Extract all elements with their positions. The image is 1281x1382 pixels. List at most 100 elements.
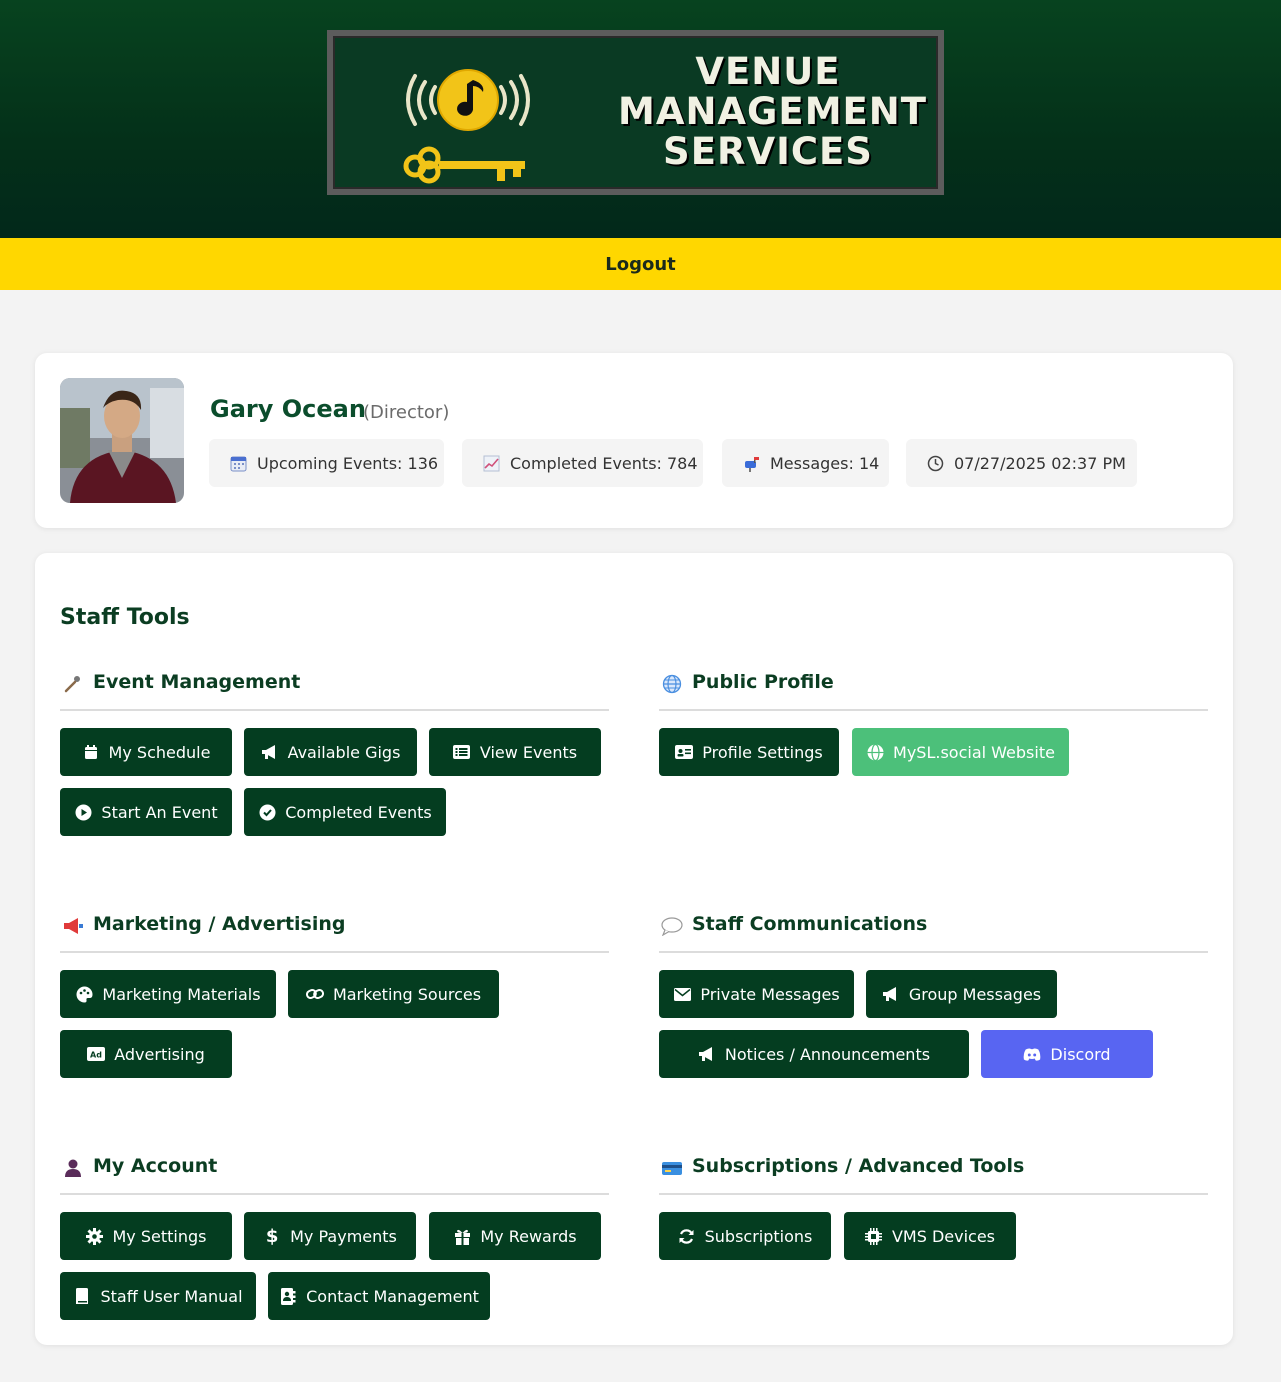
vms-devices-button[interactable]: VMS Devices	[844, 1212, 1016, 1260]
sync-icon	[678, 1227, 696, 1245]
marketing-materials-label: Marketing Materials	[102, 984, 261, 1004]
discord-icon	[1023, 1045, 1041, 1063]
book-icon	[73, 1287, 91, 1305]
subscriptions-button[interactable]: Subscriptions	[659, 1212, 831, 1260]
my-settings-label: My Settings	[112, 1226, 207, 1246]
credit-card-icon	[661, 1157, 683, 1179]
upcoming-events-label: Upcoming Events: 136	[257, 453, 439, 473]
link-icon	[305, 985, 324, 1003]
advertising-button[interactable]: Ad Advertising	[60, 1030, 232, 1078]
advertising-label: Advertising	[114, 1044, 205, 1064]
clock-icon	[926, 454, 944, 472]
public-profile-header: Public Profile	[659, 671, 1208, 711]
envelope-icon	[673, 985, 691, 1003]
mailbox-icon	[742, 454, 760, 472]
chart-icon	[482, 454, 500, 472]
svg-text:Ad: Ad	[90, 1051, 102, 1060]
ad-icon: Ad	[87, 1045, 106, 1063]
vms-devices-label: VMS Devices	[891, 1226, 996, 1246]
group-messages-label: Group Messages	[908, 984, 1042, 1004]
marketing-sources-button[interactable]: Marketing Sources	[288, 970, 499, 1018]
datetime-stat: 07/27/2025 02:37 PM	[906, 439, 1137, 487]
music-key-emblem-icon	[403, 69, 530, 184]
my-payments-button[interactable]: $ My Payments	[244, 1212, 416, 1260]
discord-button[interactable]: Discord	[981, 1030, 1153, 1078]
contact-management-label: Contact Management	[306, 1286, 479, 1306]
staff-user-manual-label: Staff User Manual	[100, 1286, 243, 1306]
palette-icon	[75, 985, 93, 1003]
profile-settings-button[interactable]: Profile Settings	[659, 728, 839, 776]
globe-icon	[866, 743, 884, 761]
mysl-social-website-label: MySL.social Website	[893, 742, 1055, 762]
staff-tools-card: Staff Tools Event Management My Schedule…	[35, 553, 1233, 1345]
megaphone-icon	[698, 1045, 716, 1063]
start-an-event-button[interactable]: Start An Event	[60, 788, 232, 836]
public-profile-title: Public Profile	[692, 671, 834, 693]
notices-announcements-button[interactable]: Notices / Announcements	[659, 1030, 969, 1078]
my-rewards-button[interactable]: My Rewards	[429, 1212, 601, 1260]
header-banner: VENUE MANAGEMENT SERVICES	[0, 0, 1281, 238]
marketing-sources-label: Marketing Sources	[332, 984, 482, 1004]
subscriptions-header: Subscriptions / Advanced Tools	[659, 1155, 1208, 1195]
staff-tools-title: Staff Tools	[60, 605, 190, 630]
megaphone-icon	[261, 743, 279, 761]
available-gigs-label: Available Gigs	[287, 742, 401, 762]
address-book-icon	[279, 1287, 297, 1305]
megaphone-icon	[882, 985, 900, 1003]
profile-role: (Director)	[363, 402, 450, 423]
profile-settings-label: Profile Settings	[702, 742, 823, 762]
vms-logo: VENUE MANAGEMENT SERVICES	[327, 30, 944, 195]
marketing-advertising-header: Marketing / Advertising	[60, 913, 609, 953]
speech-bubble-icon	[661, 915, 683, 937]
logout-bar: Logout	[0, 238, 1281, 290]
discord-label: Discord	[1050, 1044, 1111, 1064]
staff-communications-header: Staff Communications	[659, 913, 1208, 953]
gift-icon	[453, 1227, 471, 1245]
list-icon	[453, 743, 471, 761]
completed-events-button[interactable]: Completed Events	[244, 788, 446, 836]
subscriptions-title: Subscriptions / Advanced Tools	[692, 1155, 1025, 1177]
my-account-title: My Account	[93, 1155, 218, 1177]
marketing-materials-button[interactable]: Marketing Materials	[60, 970, 276, 1018]
id-card-icon	[675, 743, 694, 761]
my-account-header: My Account	[60, 1155, 609, 1195]
play-circle-icon	[74, 803, 92, 821]
my-schedule-label: My Schedule	[108, 742, 211, 762]
contact-management-button[interactable]: Contact Management	[268, 1272, 490, 1320]
subscriptions-label: Subscriptions	[704, 1226, 813, 1246]
globe-icon	[661, 673, 683, 695]
calendar-icon	[82, 743, 100, 761]
chip-icon	[865, 1227, 883, 1245]
view-events-button[interactable]: View Events	[429, 728, 601, 776]
microphone-icon	[62, 673, 84, 695]
my-schedule-button[interactable]: My Schedule	[60, 728, 232, 776]
staff-user-manual-button[interactable]: Staff User Manual	[60, 1272, 256, 1320]
event-management-title: Event Management	[93, 671, 301, 693]
completed-events-label: Completed Events: 784	[510, 453, 698, 473]
messages-stat: Messages: 14	[722, 439, 889, 487]
marketing-advertising-title: Marketing / Advertising	[93, 913, 346, 935]
user-icon	[62, 1157, 84, 1179]
logo-line-1: VENUE	[695, 50, 841, 93]
avatar	[60, 378, 184, 503]
upcoming-events-stat: Upcoming Events: 136	[209, 439, 444, 487]
messages-label: Messages: 14	[770, 453, 880, 473]
logo-line-2: MANAGEMENT	[618, 90, 927, 133]
private-messages-button[interactable]: Private Messages	[659, 970, 854, 1018]
available-gigs-button[interactable]: Available Gigs	[244, 728, 417, 776]
group-messages-button[interactable]: Group Messages	[866, 970, 1057, 1018]
start-an-event-label: Start An Event	[101, 802, 218, 822]
my-rewards-label: My Rewards	[480, 1226, 577, 1246]
logo-wordmark: VENUE MANAGEMENT SERVICES	[618, 50, 927, 173]
check-circle-icon	[258, 803, 276, 821]
logo-line-3: SERVICES	[663, 130, 873, 173]
completed-events-label: Completed Events	[285, 802, 432, 822]
datetime-label: 07/27/2025 02:37 PM	[954, 453, 1126, 473]
mysl-social-website-button[interactable]: MySL.social Website	[852, 728, 1069, 776]
dollar-icon: $	[265, 1225, 279, 1247]
private-messages-label: Private Messages	[700, 984, 840, 1004]
calendar-icon	[229, 454, 247, 472]
staff-communications-title: Staff Communications	[692, 913, 928, 935]
my-settings-button[interactable]: My Settings	[60, 1212, 232, 1260]
logout-link[interactable]: Logout	[605, 254, 676, 275]
